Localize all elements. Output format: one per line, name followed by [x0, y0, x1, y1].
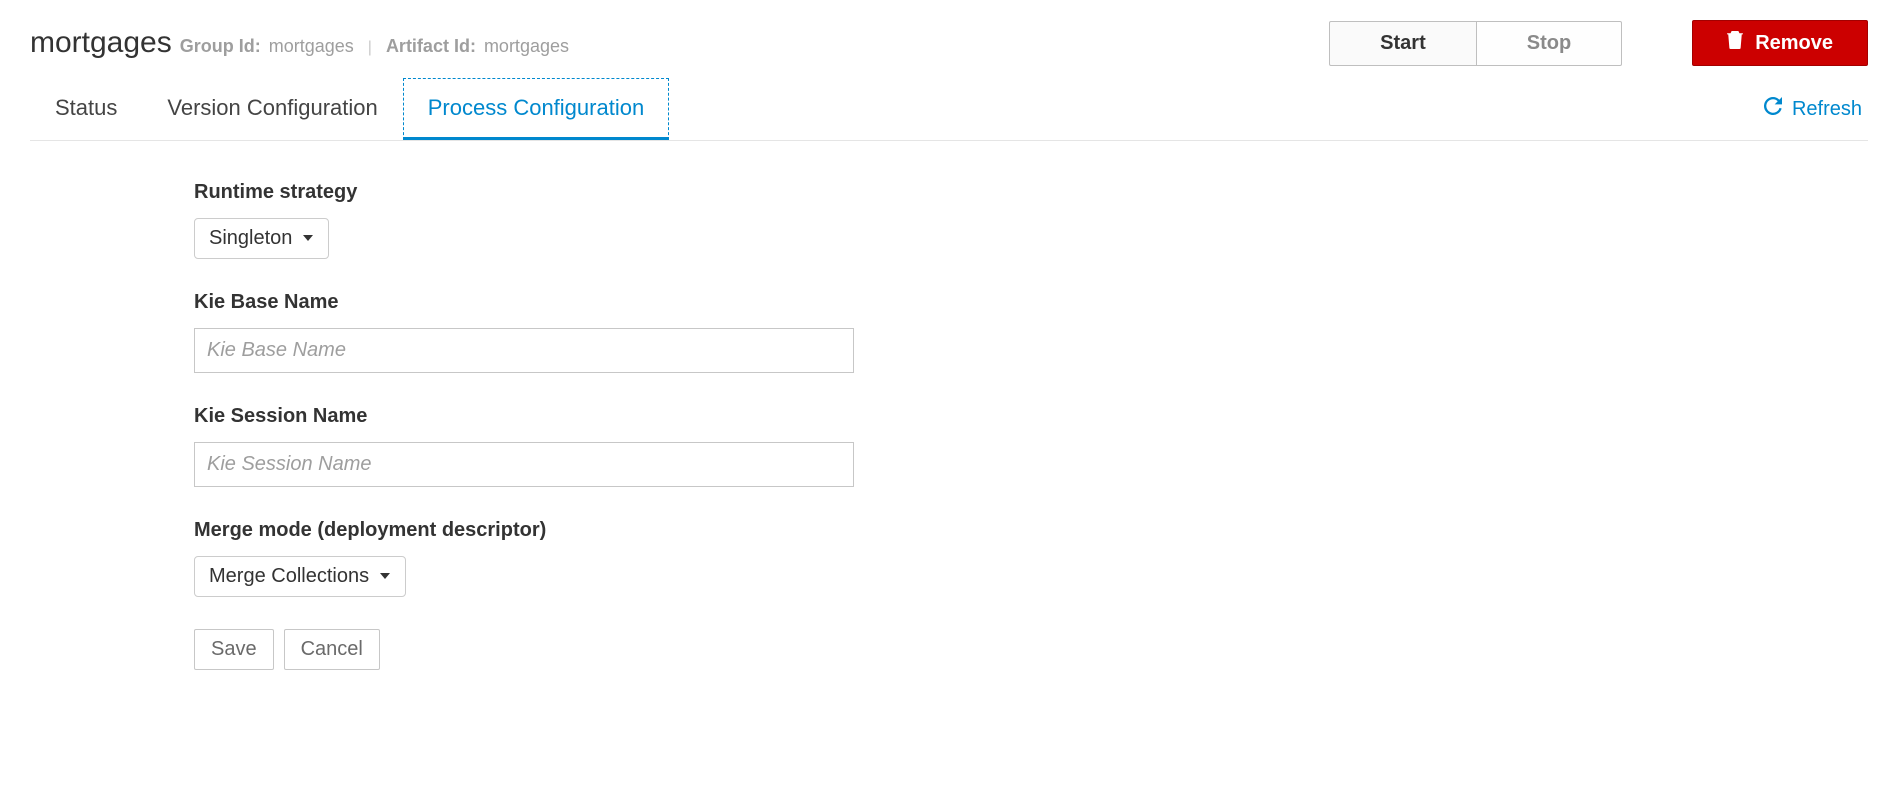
tab-process-label: Process Configuration: [428, 95, 644, 120]
kie-base-group: Kie Base Name: [194, 291, 930, 373]
save-button[interactable]: Save: [194, 629, 274, 670]
kie-session-label: Kie Session Name: [194, 405, 930, 428]
header-title-block: mortgages Group Id: mortgages | Artifact …: [30, 26, 569, 60]
kie-session-input[interactable]: [194, 442, 854, 487]
kie-base-input[interactable]: [194, 328, 854, 373]
cancel-button-label: Cancel: [301, 638, 363, 660]
page-title: mortgages: [30, 26, 172, 60]
header-actions: Start Stop Remove: [1329, 20, 1868, 66]
tab-process-configuration[interactable]: Process Configuration: [403, 78, 669, 140]
remove-button-label: Remove: [1755, 32, 1833, 55]
cancel-button[interactable]: Cancel: [284, 629, 380, 670]
tabs-row: Status Version Configuration Process Con…: [30, 78, 1868, 141]
tab-status-label: Status: [55, 95, 117, 120]
stop-button-label: Stop: [1527, 32, 1571, 55]
form-actions: Save Cancel: [194, 629, 930, 670]
tab-status[interactable]: Status: [30, 78, 142, 140]
start-button-label: Start: [1380, 32, 1426, 55]
remove-button[interactable]: Remove: [1692, 20, 1868, 66]
group-id-label: Group Id:: [180, 36, 261, 57]
process-configuration-form: Runtime strategy Singleton Kie Base Name…: [30, 141, 930, 670]
merge-mode-label: Merge mode (deployment descriptor): [194, 519, 930, 542]
runtime-strategy-group: Runtime strategy Singleton: [194, 181, 930, 259]
start-stop-group: Start Stop: [1329, 21, 1622, 66]
tabs: Status Version Configuration Process Con…: [30, 78, 669, 140]
runtime-strategy-value: Singleton: [209, 227, 292, 250]
runtime-strategy-select[interactable]: Singleton: [194, 218, 329, 259]
chevron-down-icon: [379, 565, 391, 588]
artifact-id-value: mortgages: [484, 36, 569, 57]
chevron-down-icon: [302, 227, 314, 250]
start-button[interactable]: Start: [1329, 21, 1477, 66]
refresh-icon: [1764, 97, 1782, 121]
refresh-link[interactable]: Refresh: [1764, 97, 1868, 121]
refresh-label: Refresh: [1792, 98, 1862, 121]
page-header: mortgages Group Id: mortgages | Artifact …: [30, 20, 1868, 66]
stop-button[interactable]: Stop: [1477, 21, 1622, 66]
trash-icon: [1727, 31, 1743, 55]
tab-version-configuration[interactable]: Version Configuration: [142, 78, 402, 140]
merge-mode-value: Merge Collections: [209, 565, 369, 588]
runtime-strategy-label: Runtime strategy: [194, 181, 930, 204]
kie-base-label: Kie Base Name: [194, 291, 930, 314]
merge-mode-group: Merge mode (deployment descriptor) Merge…: [194, 519, 930, 597]
kie-session-group: Kie Session Name: [194, 405, 930, 487]
merge-mode-select[interactable]: Merge Collections: [194, 556, 406, 597]
artifact-id-label: Artifact Id:: [386, 36, 476, 57]
tab-version-label: Version Configuration: [167, 95, 377, 120]
group-id-value: mortgages: [269, 36, 354, 57]
meta-divider: |: [368, 39, 372, 57]
save-button-label: Save: [211, 638, 257, 660]
